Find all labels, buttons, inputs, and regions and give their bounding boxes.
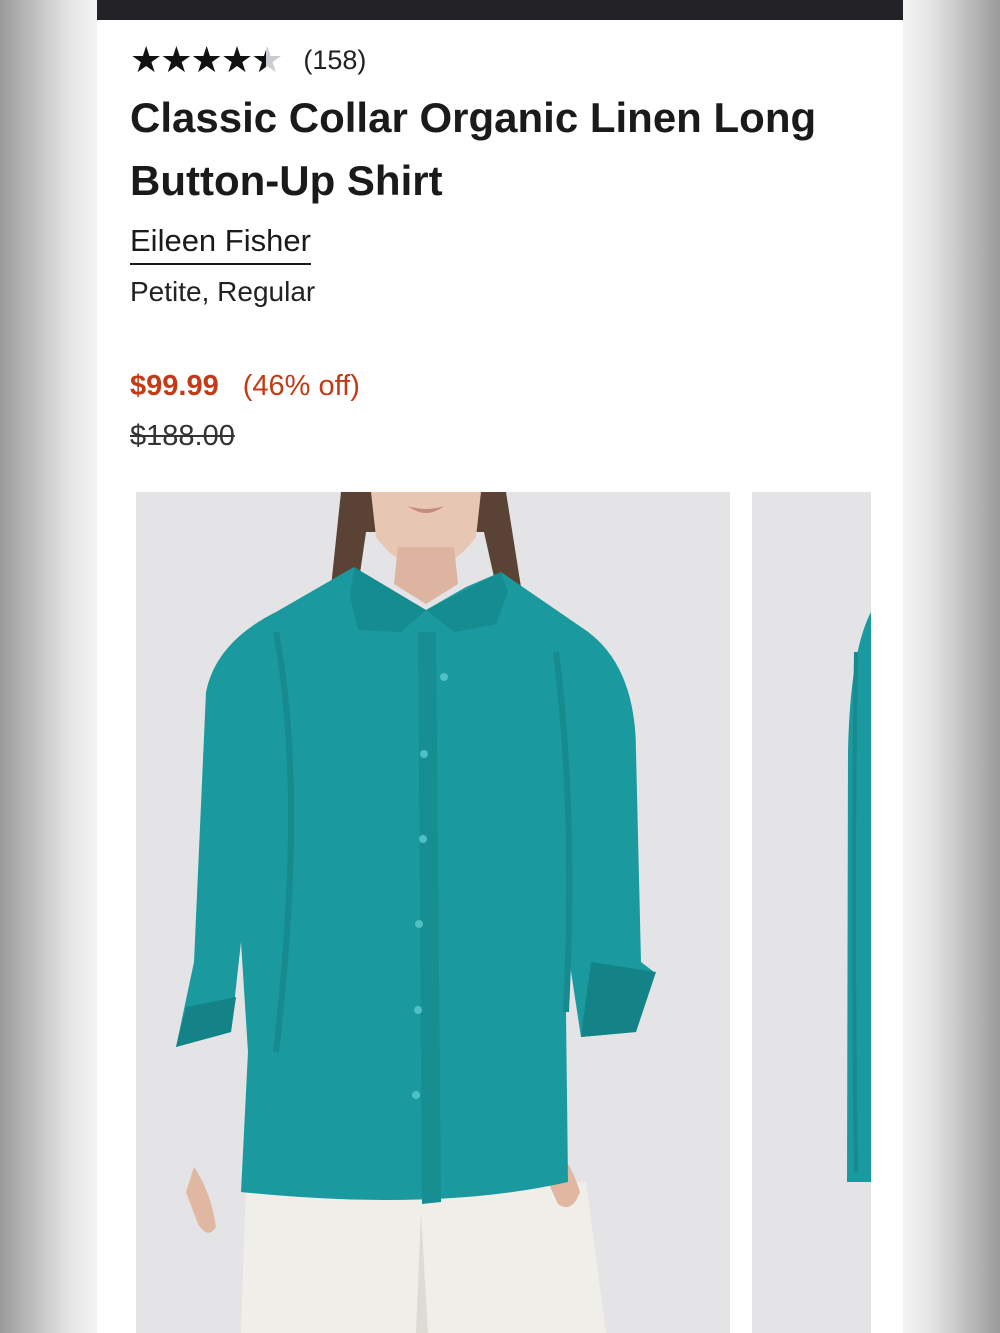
original-price: $188.00 [130,420,235,452]
discount-percent: (46% off) [242,370,360,402]
star-rating: ★★★★★ ★★★★★ [130,40,283,80]
image-gallery[interactable] [136,492,903,1333]
star-rating-filled: ★★★★★ [130,40,266,80]
model-front-illustration [136,492,730,1333]
brand-link[interactable]: Eileen Fisher [130,222,311,265]
product-title: Classic Collar Organic Linen Long Button… [130,94,817,204]
sale-price: $99.99 [130,370,219,402]
size-range: Petite, Regular [130,276,316,307]
rating-row[interactable]: ★★★★★ ★★★★★ (158) [130,40,366,80]
price-row: $99.99 (46% off) [130,370,360,403]
top-header-bar [97,0,903,20]
product-page: ★★★★★ ★★★★★ (158) Classic Collar Organic… [97,0,903,1333]
model-side-illustration [752,492,871,1333]
product-image-side[interactable] [752,492,871,1333]
review-count[interactable]: (158) [303,45,366,76]
product-image-front[interactable] [136,492,730,1333]
